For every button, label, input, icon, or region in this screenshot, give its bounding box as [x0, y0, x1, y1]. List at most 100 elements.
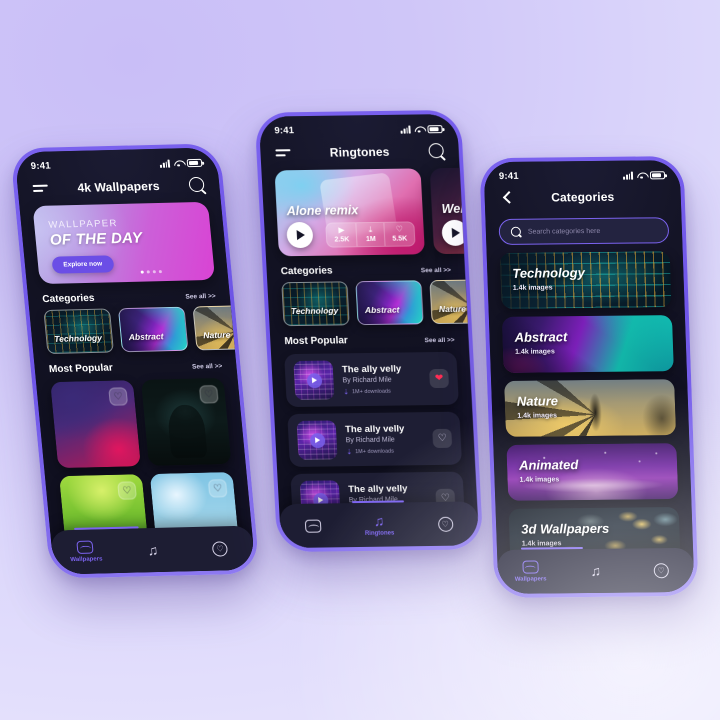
category-chip-abstract[interactable]: Abstract — [355, 280, 424, 326]
category-banner-title: Abstract — [514, 329, 568, 345]
nav-item-wallpapers[interactable]: Wallpapers — [506, 560, 555, 583]
heart-filled-icon[interactable]: ❤ — [429, 368, 450, 389]
carousel-dot[interactable] — [152, 270, 156, 274]
track-row[interactable]: The ally velly By Richard Mile ⇣ 1M+ dow… — [284, 351, 459, 408]
category-banner-title: Nature — [516, 393, 559, 409]
heart-outline-icon[interactable]: ♡ — [198, 385, 219, 404]
category-banner-text: Nature 1.4k images — [517, 393, 559, 419]
category-chip-technology[interactable]: Technology — [43, 308, 115, 355]
stat-plays: ▶ 2.5K — [326, 223, 358, 247]
track-downloads: ⇣ 1M+ downloads — [343, 388, 421, 396]
battery-icon — [427, 125, 443, 133]
download-icon: ⇣ — [346, 448, 353, 456]
play-icon[interactable] — [309, 432, 326, 448]
category-chip-label: Nature — [438, 303, 467, 315]
hero-content: WALLPAPER OF THE DAY Explore now — [33, 202, 215, 274]
track-info: The ally velly By Richard Mile ⇣ 1M+ dow… — [345, 423, 425, 456]
ringtone-card[interactable]: Web & remix ▶ 2.5K ⤓ 1M ♡ 5.5 — [429, 166, 480, 255]
bottom-navigation: Wallpapers ♫ ♡ — [496, 547, 695, 594]
screen-ringtones: 9:41 Ringtones Alone remix ▶ 2.5K ⤓ 1M ♡… — [258, 113, 480, 549]
heart-outline-icon[interactable]: ♡ — [117, 481, 137, 500]
wifi-icon — [636, 171, 646, 179]
nav-item-ringtones[interactable]: ♫ — [572, 562, 621, 579]
carousel-dot[interactable] — [146, 270, 150, 274]
category-banner-title: 3d Wallpapers — [521, 520, 610, 537]
wifi-icon — [173, 159, 184, 167]
category-chip-nature[interactable]: Nature — [192, 304, 256, 351]
category-chip-nature[interactable]: Nature — [429, 279, 480, 325]
nav-item-favorites[interactable]: ♡ — [421, 516, 470, 532]
wallpaper-icon — [522, 560, 539, 574]
nav-active-indicator — [352, 500, 404, 504]
ringtone-card[interactable]: Alone remix ▶ 2.5K ⤓ 1M ♡ 5.5K — [274, 168, 426, 257]
explore-now-button[interactable]: Explore now — [51, 255, 115, 274]
carousel-dots[interactable] — [140, 269, 163, 274]
track-row[interactable]: The ally velly By Richard Mile ⇣ 1M+ dow… — [287, 411, 463, 468]
category-banner-count: 1.4k images — [512, 284, 553, 292]
hero-banner[interactable]: WALLPAPER OF THE DAY Explore now — [32, 201, 216, 285]
section-title: Categories — [280, 265, 333, 278]
carousel-dot[interactable] — [158, 269, 163, 273]
category-banner-animated[interactable]: Animated 1.4k images — [506, 443, 679, 501]
category-banner-nature[interactable]: Nature 1.4k images — [504, 379, 677, 437]
chevron-left-icon[interactable] — [499, 191, 513, 205]
see-all-categories-link[interactable]: See all >> — [421, 267, 451, 274]
status-time: 9:41 — [498, 170, 519, 182]
category-banner-abstract[interactable]: Abstract 1.4k images — [501, 315, 674, 373]
play-icon[interactable] — [441, 219, 469, 247]
battery-icon — [186, 158, 203, 167]
category-banner-technology[interactable]: Technology 1.4k images — [499, 251, 672, 309]
section-title: Most Popular — [284, 335, 349, 348]
nav-item-ringtones[interactable]: ♫ — [128, 541, 178, 559]
wallpaper-tile[interactable]: ♡ — [140, 377, 232, 466]
app-bar: Ringtones — [260, 135, 460, 167]
stat-value: 5.5K — [392, 235, 408, 243]
track-thumbnail — [296, 420, 338, 460]
category-chip-abstract[interactable]: Abstract — [117, 306, 189, 353]
page-title: Categories — [550, 189, 615, 205]
nav-item-label: Ringtones — [364, 530, 395, 537]
music-note-icon: ♫ — [373, 512, 385, 529]
wallpaper-icon — [304, 519, 322, 533]
hamburger-icon[interactable] — [275, 149, 291, 157]
ringtone-card-carousel[interactable]: Alone remix ▶ 2.5K ⤓ 1M ♡ 5.5K Web & — [261, 164, 480, 257]
page-title: 4k Wallpapers — [76, 178, 161, 195]
screen-wallpapers-home: 9:41 4k Wallpapers WALLPAPER OF THE DAY … — [14, 147, 256, 575]
category-banner-text: Abstract 1.4k images — [514, 329, 568, 356]
play-icon[interactable] — [306, 372, 322, 388]
hamburger-icon[interactable] — [32, 184, 49, 192]
music-note-icon: ♫ — [590, 562, 602, 579]
nav-item-favorites[interactable]: ♡ — [195, 540, 245, 557]
carousel-dot[interactable] — [140, 270, 144, 274]
nav-item-favorites[interactable]: ♡ — [637, 562, 686, 578]
nav-active-indicator — [74, 526, 139, 530]
heart-outline-icon[interactable]: ♡ — [432, 428, 453, 449]
music-note-icon: ♫ — [146, 541, 159, 559]
nav-item-wallpapers[interactable]: Wallpapers — [61, 540, 111, 563]
search-icon[interactable] — [428, 143, 445, 159]
play-icon[interactable] — [286, 221, 314, 249]
track-title: The ally velly — [344, 422, 405, 435]
mockup-stage: 9:41 4k Wallpapers WALLPAPER OF THE DAY … — [0, 0, 720, 720]
track-artist: By Richard Mile — [345, 436, 395, 444]
see-all-categories-link[interactable]: See all >> — [185, 293, 216, 301]
category-chip-technology[interactable]: Technology — [281, 281, 350, 327]
download-icon: ⤓ — [368, 225, 373, 235]
categories-row[interactable]: Technology Abstract Nature — [29, 304, 256, 355]
wallpaper-tile[interactable]: ♡ — [50, 380, 141, 469]
search-input[interactable]: Search categories here — [498, 217, 670, 245]
search-icon[interactable] — [188, 176, 205, 193]
app-bar: Categories — [484, 181, 681, 211]
categories-row[interactable]: Technology Abstract Nature — [267, 279, 480, 327]
category-chip-label: Technology — [290, 305, 339, 317]
track-title: The ally velly — [341, 363, 402, 375]
nav-item-wallpapers[interactable] — [289, 519, 338, 533]
heart-outline-icon[interactable]: ♡ — [207, 479, 228, 498]
see-all-popular-link[interactable]: See all >> — [192, 363, 223, 371]
see-all-popular-link[interactable]: See all >> — [424, 337, 454, 344]
heart-outline-icon[interactable]: ♡ — [108, 387, 129, 406]
nav-item-label: Wallpapers — [514, 576, 547, 583]
nav-item-ringtones[interactable]: ♫ Ringtones — [355, 512, 404, 537]
section-title: Categories — [41, 292, 95, 306]
category-banner-text: 3d Wallpapers 1.4k images — [521, 521, 610, 548]
